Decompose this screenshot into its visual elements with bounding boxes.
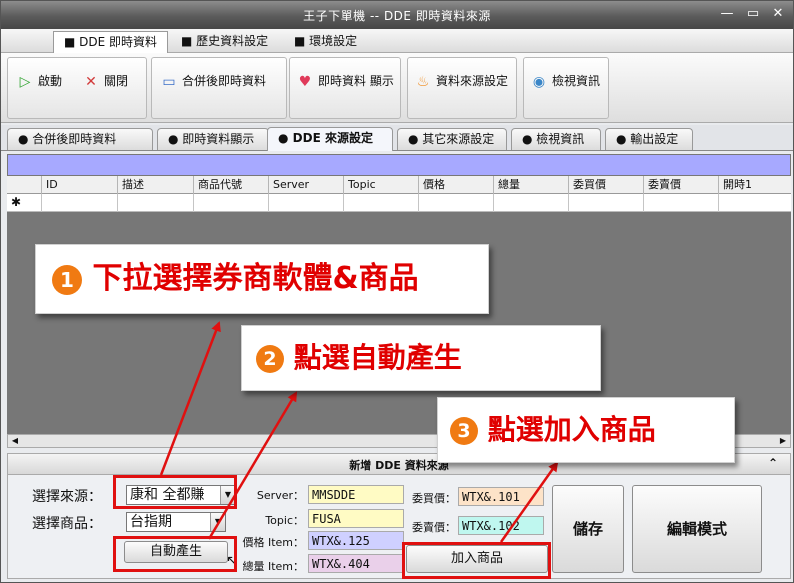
callout-text: 下拉選擇券商軟體&商品	[92, 261, 419, 296]
callout-step-1: 1 下拉選擇券商軟體&商品	[35, 244, 489, 314]
arrow-3	[499, 461, 559, 543]
callout-step-3: 3 點選加入商品	[437, 397, 735, 463]
arrow-1a	[159, 321, 221, 476]
arrow-2	[207, 391, 298, 540]
callout-text: 點選自動產生	[293, 341, 462, 374]
step-number-badge: 1	[52, 264, 82, 295]
step-number-badge: 3	[450, 417, 478, 445]
callout-step-2: 2 點選自動產生	[241, 325, 601, 391]
app-window: 王子下單機 -- DDE 即時資料來源 — ▭ ✕ ■ DDE 即時資料 ■ 歷…	[0, 0, 794, 583]
step-number-badge: 2	[256, 345, 284, 373]
callout-text: 點選加入商品	[487, 413, 656, 446]
